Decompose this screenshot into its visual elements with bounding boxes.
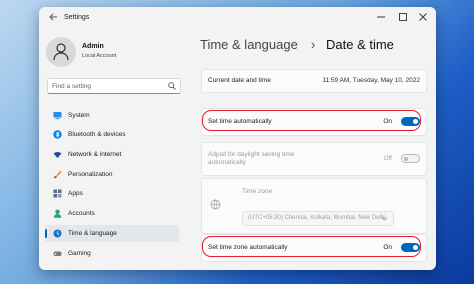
sidebar-item-time-language[interactable]: Time & language — [45, 225, 179, 242]
back-button[interactable] — [46, 11, 60, 25]
sidebar-item-bluetooth[interactable]: Bluetooth & devices — [45, 126, 179, 143]
user-name: Admin — [82, 43, 104, 50]
close-icon — [419, 13, 427, 21]
sidebar-item-system[interactable]: System — [45, 107, 179, 124]
page-title: Date & time — [326, 37, 394, 52]
sidebar-item-label: Time & language — [68, 230, 117, 237]
breadcrumb-parent[interactable]: Time & language — [200, 37, 298, 52]
current-date-label: Current date and time — [208, 77, 271, 84]
sidebar-item-label: Network & internet — [68, 151, 122, 158]
sidebar-item-label: Bluetooth & devices — [68, 131, 126, 138]
daylight-saving-toggle[interactable] — [401, 154, 420, 163]
time-zone-card: Time zone (UTC+05:30) Chennai, Kolkata, … — [201, 178, 427, 234]
time-zone-dropdown[interactable]: (UTC+05:30) Chennai, Kolkata, Mumbai, Ne… — [242, 211, 394, 226]
sidebar-item-gaming[interactable]: Gaming — [45, 245, 179, 262]
minimize-icon — [377, 16, 385, 18]
current-date-card: Current date and time 11:59 AM, Tuesday,… — [201, 69, 427, 93]
sidebar-item-label: Apps — [68, 190, 83, 197]
sidebar-item-label: Personalization — [68, 171, 113, 178]
sidebar-item-personalization[interactable]: Personalization — [45, 166, 179, 183]
account-type: Local Account — [82, 53, 117, 59]
daylight-saving-label-line2: automatically — [208, 159, 246, 166]
maximize-button[interactable] — [393, 10, 413, 26]
sidebar-item-label: Accounts — [68, 210, 95, 217]
daylight-saving-label-line1: Adjust for daylight saving time — [208, 151, 295, 158]
arrow-left-icon — [48, 13, 57, 21]
bluetooth-icon — [53, 130, 62, 139]
annotation-highlight — [202, 236, 421, 257]
settings-window: Settings Admin Local Account System Blue… — [39, 7, 436, 270]
search-box[interactable] — [47, 78, 181, 94]
breadcrumb-separator: › — [311, 37, 316, 52]
daylight-saving-card: Adjust for daylight saving time automati… — [201, 142, 427, 176]
wifi-icon — [53, 151, 62, 158]
person-icon — [53, 43, 69, 61]
window-title: Settings — [64, 14, 90, 21]
sidebar-item-network[interactable]: Network & internet — [45, 146, 179, 163]
sidebar-item-label: Gaming — [68, 250, 91, 257]
search-input[interactable] — [52, 79, 162, 93]
maximize-icon — [399, 13, 407, 21]
toggle-state-label: Off — [383, 155, 392, 162]
time-zone-label: Time zone — [242, 188, 273, 195]
title-bar: Settings — [39, 7, 436, 29]
person-icon — [53, 209, 62, 218]
sidebar: Admin Local Account System Bluetooth & d… — [39, 29, 187, 270]
sidebar-item-label: System — [68, 112, 90, 119]
avatar[interactable] — [46, 37, 76, 67]
search-icon — [168, 82, 176, 90]
monitor-icon — [53, 112, 62, 120]
globe-clock-icon — [53, 229, 62, 238]
sidebar-item-apps[interactable]: Apps — [45, 185, 179, 202]
gamepad-icon — [53, 251, 62, 256]
toggle-knob — [404, 157, 408, 161]
close-button[interactable] — [413, 10, 433, 26]
chevron-down-icon — [381, 217, 388, 221]
current-date-value: 11:59 AM, Tuesday, May 10, 2022 — [322, 77, 420, 84]
annotation-highlight — [202, 110, 421, 131]
brush-icon — [53, 170, 62, 179]
globe-icon — [210, 199, 221, 210]
main-content: Time & language › Date & time Current da… — [187, 29, 436, 270]
sidebar-item-accounts[interactable]: Accounts — [45, 205, 179, 222]
active-indicator — [45, 229, 47, 238]
minimize-button[interactable] — [371, 10, 391, 26]
apps-icon — [53, 189, 62, 198]
time-zone-value: (UTC+05:30) Chennai, Kolkata, Mumbai, Ne… — [248, 215, 386, 221]
